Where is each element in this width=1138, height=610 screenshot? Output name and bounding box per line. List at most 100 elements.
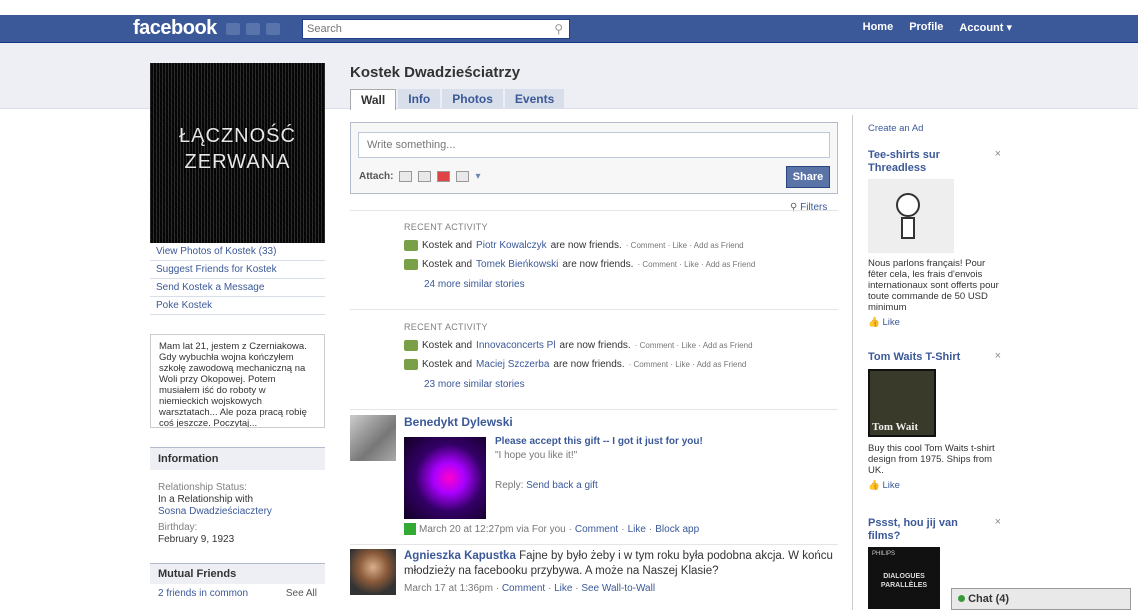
friends-icon — [404, 340, 418, 351]
activity-actions[interactable]: · Comment · Like · Add as Friend — [635, 341, 753, 350]
friend-link[interactable]: Maciej Szczerba — [476, 359, 549, 370]
ad-image[interactable]: PHILIPS DIALOGUES PARALLÈLES — [868, 547, 940, 609]
friend-link[interactable]: Innovaconcerts Pl — [476, 340, 556, 351]
friends-in-common-link[interactable]: 2 friends in common — [158, 588, 248, 599]
write-something-input[interactable]: Write something... — [358, 132, 830, 158]
friend-requests-icon[interactable] — [226, 23, 240, 35]
activity-text-post: are now friends. — [562, 259, 634, 270]
ad-item: Tom Waits T-Shirt × Tom Wait Buy this co… — [868, 351, 1003, 491]
ad-image-brand: PHILIPS — [872, 551, 896, 557]
post-meta: March 17 at 1:36pm · Comment · Like · Se… — [404, 583, 656, 594]
notification-jewels — [226, 23, 280, 35]
comment-link[interactable]: Comment — [502, 583, 545, 594]
picture-text-line-2: ZERWANA — [184, 151, 291, 173]
close-icon[interactable]: × — [995, 517, 1001, 528]
tab-wall[interactable]: Wall — [350, 89, 397, 110]
ad-like[interactable]: 👍 Like — [868, 480, 1003, 491]
gift-title-link[interactable]: Please accept this gift -- I got it just… — [495, 436, 703, 447]
feed-separator — [350, 309, 838, 310]
post-author-link[interactable]: Benedykt Dylewski — [404, 415, 513, 429]
ad-image[interactable] — [868, 179, 954, 253]
tab-events[interactable]: Events — [504, 89, 565, 109]
more-attach-chevron-icon[interactable]: ▾ — [475, 171, 480, 182]
wall-composer: Write something... Attach: ▾ Share — [350, 122, 838, 194]
ad-image[interactable]: Tom Wait — [868, 369, 936, 437]
activity-actions[interactable]: · Comment · Like · Add as Friend — [626, 241, 744, 250]
like-link[interactable]: Like — [628, 524, 646, 535]
thumbs-up-icon: 👍 — [868, 480, 880, 491]
profile-picture[interactable]: ŁĄCZNOŚĆ ZERWANA — [150, 63, 325, 243]
attach-row: Attach: ▾ — [359, 171, 480, 182]
recent-activity-header: RECENT ACTIVITY — [404, 222, 488, 232]
wall-post: Benedykt Dylewski Please accept this gif… — [350, 415, 838, 540]
block-app-link[interactable]: Block app — [655, 524, 699, 535]
avatar[interactable] — [350, 415, 396, 461]
photo-attach-icon[interactable] — [399, 171, 413, 182]
close-icon[interactable]: × — [995, 149, 1001, 160]
suggest-friends-link[interactable]: Suggest Friends for Kostek — [150, 261, 325, 279]
poke-link[interactable]: Poke Kostek — [150, 297, 325, 315]
send-back-gift-link[interactable]: Send back a gift — [526, 480, 598, 491]
profile-name: Kostek Dwadzieściatrzy — [350, 64, 521, 81]
app-icon — [404, 523, 416, 535]
gift-reply: Reply: Send back a gift — [495, 480, 703, 491]
search-input[interactable] — [303, 20, 543, 38]
activity-text-post: are now friends. — [553, 359, 625, 370]
facebook-logo[interactable]: facebook — [133, 17, 217, 40]
filters-link[interactable]: ⚲ Filters — [790, 202, 827, 213]
search-icon[interactable]: ⚲ — [554, 22, 563, 36]
send-message-link[interactable]: Send Kostek a Message — [150, 279, 325, 297]
feed-separator — [350, 544, 838, 545]
search-box: ⚲ — [302, 19, 570, 39]
picture-text-line-1: ŁĄCZNOŚĆ — [179, 125, 296, 147]
activity-actions[interactable]: · Comment · Like · Add as Friend — [637, 260, 755, 269]
more-stories-link[interactable]: 23 more similar stories — [424, 379, 834, 390]
relationship-partner-link[interactable]: Sosna Dwadzieściacztery — [150, 506, 325, 518]
avatar[interactable] — [350, 549, 396, 595]
nav-account[interactable]: Account ▾ — [959, 21, 1012, 34]
gift-image[interactable] — [404, 437, 486, 519]
recent-activity-block: RECENT ACTIVITY Kostek and Piotr Kowalcz… — [404, 222, 834, 290]
ad-figure — [896, 193, 920, 217]
more-stories-link[interactable]: 24 more similar stories — [424, 279, 834, 290]
link-attach-icon[interactable] — [456, 171, 470, 182]
video-attach-icon[interactable] — [418, 171, 432, 182]
filters-label: Filters — [800, 202, 828, 213]
birthday-value: February 9, 1923 — [158, 534, 235, 545]
view-photos-link[interactable]: View Photos of Kostek (33) — [150, 243, 325, 261]
friend-link[interactable]: Tomek Bieńkowski — [476, 259, 558, 270]
messages-icon[interactable] — [246, 23, 260, 35]
close-icon[interactable]: × — [995, 351, 1001, 362]
event-attach-icon[interactable] — [437, 171, 451, 182]
chat-bar[interactable]: Chat (4) — [951, 588, 1131, 610]
notifications-icon[interactable] — [266, 23, 280, 35]
activity-line: Kostek and Maciej Szczerba are now frien… — [404, 359, 834, 370]
wall-to-wall-link[interactable]: See Wall-to-Wall — [581, 583, 655, 594]
tab-photos[interactable]: Photos — [442, 89, 503, 109]
reply-label: Reply: — [495, 480, 527, 491]
relationship-label: Relationship Status: — [158, 482, 247, 493]
recent-activity-block: RECENT ACTIVITY Kostek and Innovaconcert… — [404, 322, 834, 390]
activity-line: Kostek and Piotr Kowalczyk are now frien… — [404, 240, 834, 251]
post-author-link[interactable]: Agnieszka Kapustka — [404, 550, 516, 562]
ad-like[interactable]: 👍 Like — [868, 317, 1003, 328]
ad-title-link[interactable]: Pssst, hou jij van films? — [868, 517, 968, 543]
see-all-link[interactable]: See All — [286, 588, 317, 599]
ad-like-label: Like — [882, 317, 900, 328]
nav-home[interactable]: Home — [863, 21, 894, 34]
information-box: Information Relationship Status: In a Re… — [150, 447, 325, 546]
share-button[interactable]: Share — [786, 166, 830, 188]
like-link[interactable]: Like — [554, 583, 572, 594]
activity-text-post: are now friends. — [559, 340, 631, 351]
friend-link[interactable]: Piotr Kowalczyk — [476, 240, 547, 251]
relationship-value: In a Relationship with — [158, 494, 254, 505]
nav-profile[interactable]: Profile — [909, 21, 943, 34]
ad-body: Nous parlons français! Pour fêter cela, … — [868, 258, 999, 313]
create-ad-link[interactable]: Create an Ad — [868, 123, 1003, 134]
ad-title-link[interactable]: Tom Waits T-Shirt — [868, 351, 978, 364]
ad-title-link[interactable]: Tee-shirts sur Threadless — [868, 149, 968, 175]
tab-info[interactable]: Info — [398, 89, 441, 109]
filters-search-icon: ⚲ — [790, 202, 798, 213]
comment-link[interactable]: Comment — [575, 524, 618, 535]
activity-actions[interactable]: · Comment · Like · Add as Friend — [629, 360, 747, 369]
